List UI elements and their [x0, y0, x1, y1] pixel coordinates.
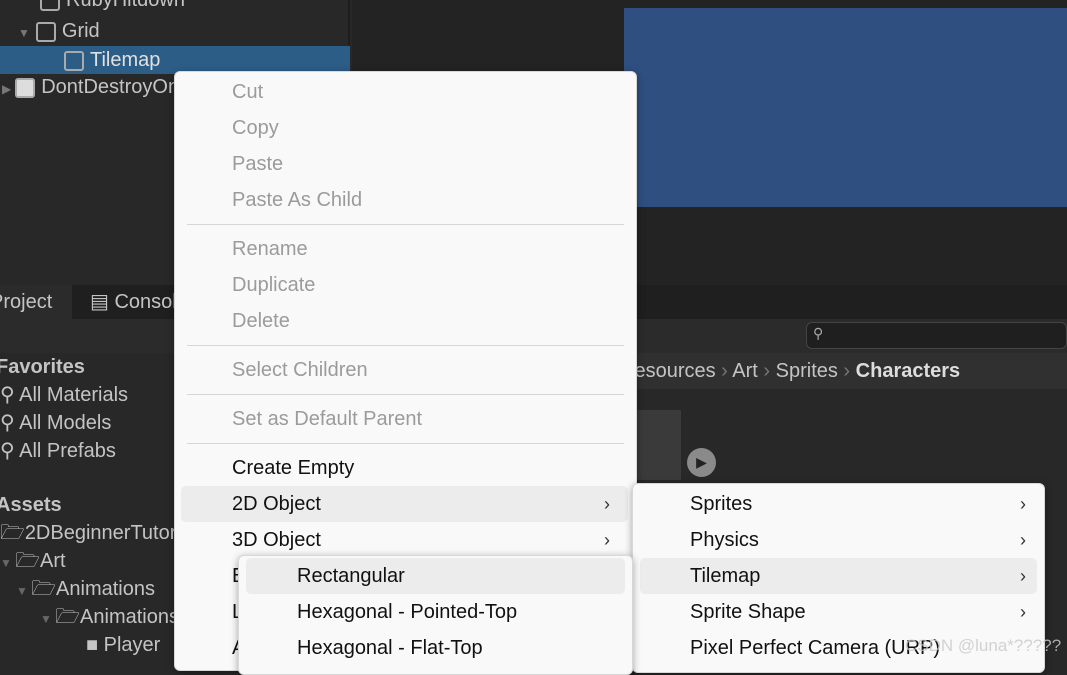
label: All Prefabs: [19, 440, 116, 462]
folder-icon: ■: [86, 634, 104, 656]
menu-item-hexagonal-pointed-top[interactable]: Hexagonal - Pointed-Top: [239, 594, 632, 630]
label: Animations: [80, 606, 179, 628]
chevron-right-icon: ›: [604, 530, 610, 550]
menu-item-select-children[interactable]: Select Children: [175, 352, 636, 388]
gameobject-icon: [40, 0, 60, 11]
expand-arrow-icon[interactable]: ▼: [18, 26, 30, 40]
crumb[interactable]: Art: [732, 360, 758, 382]
expand-arrow-icon[interactable]: ▼: [40, 612, 55, 626]
folder-icon: 🗁: [15, 550, 41, 572]
favorite-item[interactable]: ⚲ All Materials: [0, 381, 128, 409]
label: 3D Object: [232, 529, 321, 551]
label: Art: [40, 550, 66, 572]
menu-item-sprites[interactable]: Sprites ›: [633, 486, 1044, 522]
menu-item-2d-object[interactable]: 2D Object ›: [181, 486, 628, 522]
favorite-item[interactable]: ⚲ All Prefabs: [0, 437, 116, 465]
menu-item-duplicate[interactable]: Duplicate: [175, 267, 636, 303]
menu-item-paste[interactable]: Paste: [175, 146, 636, 182]
label: 2D Object: [232, 493, 321, 515]
play-icon[interactable]: ▶: [687, 448, 716, 477]
menu-item-copy[interactable]: Copy: [175, 110, 636, 146]
search-icon: ⚲: [0, 412, 20, 434]
folder-icon: 🗁: [31, 578, 57, 600]
separator: [187, 443, 624, 444]
label: All Models: [19, 412, 112, 434]
label: Sprite Shape: [690, 601, 806, 623]
label: All Materials: [19, 384, 129, 406]
crumb[interactable]: Sprites: [776, 360, 838, 382]
assets-heading: Assets: [0, 494, 62, 516]
folder-item[interactable]: ▼ 🗁Animations: [16, 575, 155, 605]
chevron-right-icon: ›: [604, 494, 610, 514]
separator: [187, 394, 624, 395]
menu-item-physics[interactable]: Physics ›: [633, 522, 1044, 558]
label: Tilemap: [690, 565, 761, 587]
label: Player: [103, 634, 161, 656]
menu-item-set-default-parent[interactable]: Set as Default Parent: [175, 401, 636, 437]
hierarchy-item-selected[interactable]: Tilemap: [0, 46, 350, 74]
crumb-current[interactable]: Characters: [856, 360, 961, 382]
console-icon: ▤: [90, 291, 115, 313]
gameobject-icon: [64, 50, 84, 71]
chevron-right-icon: ›: [1020, 602, 1026, 622]
hierarchy-item[interactable]: RubyHitdown: [0, 0, 350, 14]
search-input[interactable]: ⚲: [806, 322, 1067, 349]
chevron-right-icon: ›: [1020, 494, 1026, 514]
menu-item-3d-object[interactable]: 3D Object ›: [175, 522, 636, 558]
sprite-sheet-thumbnail[interactable]: [636, 410, 681, 480]
folder-item[interactable]: ▼ 🗁Art: [0, 547, 66, 577]
game-viewport[interactable]: [624, 8, 1067, 207]
label: Physics: [690, 529, 759, 551]
favorite-item[interactable]: ⚲ All Models: [0, 409, 111, 437]
menu-item-hexagonal-flat-top[interactable]: Hexagonal - Flat-Top: [239, 630, 632, 666]
menu-item-sprite-shape[interactable]: Sprite Shape ›: [633, 594, 1044, 630]
menu-item-delete[interactable]: Delete: [175, 303, 636, 339]
hierarchy-item[interactable]: ▼ Grid: [0, 17, 350, 45]
menu-item-rename[interactable]: Rename: [175, 231, 636, 267]
folder-icon: 🗁: [0, 522, 25, 544]
menu-item-tilemap[interactable]: Tilemap ›: [640, 558, 1037, 594]
menu-item-cut[interactable]: Cut: [175, 74, 636, 110]
search-icon: ⚲: [0, 384, 20, 406]
chevron-right-icon: ›: [1020, 530, 1026, 550]
chevron-right-icon: ›: [1020, 566, 1026, 586]
folder-icon: 🗁: [55, 606, 81, 628]
submenu-tilemap: Rectangular Hexagonal - Pointed-Top Hexa…: [238, 555, 633, 675]
expand-arrow-icon[interactable]: ▼: [16, 584, 31, 598]
unity-scene-icon: [15, 77, 36, 98]
item-label: Grid: [61, 20, 100, 42]
watermark: CSDN @luna*?????: [905, 636, 1062, 655]
expand-arrow-icon[interactable]: ▼: [0, 556, 15, 570]
search-icon: ⚲: [813, 325, 824, 341]
label: Sprites: [690, 493, 753, 515]
favorites-heading: Favorites: [0, 356, 85, 378]
tab-project[interactable]: Project: [0, 285, 72, 319]
label: Animations: [56, 578, 155, 600]
separator: [187, 345, 624, 346]
menu-item-rectangular[interactable]: Rectangular: [246, 558, 625, 594]
folder-item[interactable]: ▼ 🗁Animations: [40, 603, 179, 633]
search-icon: ⚲: [0, 440, 20, 462]
menu-item-paste-as-child[interactable]: Paste As Child: [175, 182, 636, 218]
menu-item-create-empty[interactable]: Create Empty: [175, 450, 636, 486]
item-label: Tilemap: [90, 49, 161, 71]
label: 2DBeginnerTutorial: [24, 522, 197, 544]
folder-item[interactable]: 🗁2DBeginnerTutorial: [0, 519, 196, 547]
item-label: RubyHitdown: [66, 0, 185, 11]
expand-arrow-icon[interactable]: ▶: [2, 82, 11, 96]
folder-item[interactable]: ■ Player: [86, 631, 160, 659]
separator: [187, 224, 624, 225]
gameobject-icon: [35, 21, 56, 42]
